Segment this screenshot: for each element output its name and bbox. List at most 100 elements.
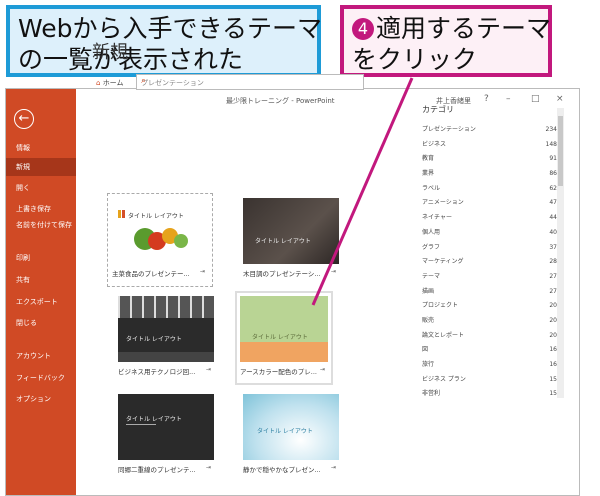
category-name: 販売 [422, 316, 435, 324]
sidebar-item-save-as[interactable]: 名前を付けて保存 [6, 217, 76, 243]
category-count: 20 [549, 316, 557, 324]
category-item[interactable]: プレゼンテーション 234 [422, 123, 557, 138]
template-thumbnail: タイトル レイアウト [118, 394, 214, 460]
category-name: 個人用 [422, 228, 441, 236]
category-item[interactable]: テーマ 27 [422, 270, 557, 285]
thumb-title: タイトル レイアウト [128, 213, 184, 220]
category-item[interactable]: 論文とレポート 20 [422, 329, 557, 344]
close-button[interactable]: × [556, 94, 564, 104]
template-caption: 同郷二重線のプレゼンテ... [118, 466, 196, 474]
category-item[interactable]: 教育 91 [422, 152, 557, 167]
category-item[interactable]: プロジェクト 20 [422, 299, 557, 314]
help-button[interactable]: ? [484, 94, 489, 104]
sidebar-item-new[interactable]: 新規 [6, 158, 76, 176]
category-list: カテゴリ プレゼンテーション 234 ビジネス 148 教育 91 業界 86 ラベル 62 アニメ… [422, 104, 557, 402]
callout-line-2: の一覧が表示された [18, 45, 244, 74]
thumb-title: タイトル レイアウト [126, 416, 182, 423]
back-arrow-icon[interactable]: ← [14, 109, 34, 129]
category-item[interactable]: マーケティング 28 [422, 255, 557, 270]
template-card[interactable]: タイトル レイアウト 同郷二重線のプレゼンテ... ⇥ [118, 394, 214, 478]
template-card[interactable]: タイトル レイアウト ビジネス用テクノロジ回... ⇥ [118, 296, 214, 380]
category-item[interactable]: グラフ 37 [422, 241, 557, 256]
sidebar-item-close[interactable]: 閉じる [6, 314, 76, 332]
backstage-sidebar: ← 情報 新規 開く 上書き保存 名前を付けて保存 印刷 共有 エクスポート 閉… [6, 89, 76, 495]
category-heading: カテゴリ [422, 105, 454, 114]
category-item[interactable]: 販売 20 [422, 314, 557, 329]
category-item[interactable]: 個人用 40 [422, 226, 557, 241]
sidebar-item-open[interactable]: 開く [6, 179, 76, 197]
category-name: 教育 [422, 155, 435, 163]
category-count: 91 [549, 155, 557, 163]
thumb-title: タイトル レイアウト [252, 334, 308, 341]
template-card[interactable]: タイトル レイアウト 木目調のプレゼンテーシ... ⇥ [243, 198, 339, 282]
minimize-button[interactable]: – [506, 94, 511, 104]
category-item[interactable]: ビジネス プラン 15 [422, 373, 557, 388]
category-count: 37 [549, 243, 557, 251]
sidebar-item-share[interactable]: 共有 [6, 271, 76, 289]
category-count: 15 [549, 375, 557, 383]
category-count: 28 [549, 258, 557, 266]
pin-icon[interactable]: ⇥ [200, 268, 205, 275]
pin-icon[interactable]: ⇥ [320, 366, 325, 373]
category-item[interactable]: アニメーション 47 [422, 196, 557, 211]
sidebar-item-feedback[interactable]: フィードバック [6, 369, 76, 387]
category-name: 旅行 [422, 361, 435, 368]
pin-icon[interactable]: ⇥ [331, 268, 336, 275]
callout-line-2: をクリック [352, 45, 478, 74]
home-label: ホーム [102, 79, 124, 87]
category-item[interactable]: 描画 27 [422, 285, 557, 300]
category-count: 27 [549, 272, 557, 280]
pin-icon[interactable]: ⇥ [206, 366, 211, 373]
category-item[interactable]: 図 16 [422, 343, 557, 358]
sidebar-item-save[interactable]: 上書き保存 [6, 200, 76, 218]
template-caption: 木目調のプレゼンテーシ... [243, 270, 321, 278]
callout-line-1: Webから入手できるテーマ [18, 14, 323, 43]
category-name: ビジネス [422, 140, 447, 148]
category-item[interactable]: 業界 86 [422, 167, 557, 182]
category-item[interactable]: ネイチャー 44 [422, 211, 557, 226]
category-count: 62 [549, 184, 557, 192]
category-name: 非営利 [422, 390, 441, 398]
template-thumbnail: タイトル レイアウト [243, 198, 339, 264]
pin-icon[interactable]: ⇥ [331, 464, 336, 471]
restore-button[interactable]: □ [531, 94, 540, 104]
category-name: 図 [422, 346, 429, 354]
category-count: 148 [545, 140, 557, 148]
category-name: グラフ [422, 243, 441, 251]
sidebar-item-print[interactable]: 印刷 [6, 249, 76, 267]
category-count: 86 [549, 170, 557, 178]
category-name: テーマ [422, 272, 441, 280]
category-item[interactable]: ラベル 62 [422, 182, 557, 197]
category-name: プレゼンテーション [422, 126, 476, 133]
search-icon[interactable]: ⌕ [141, 76, 360, 86]
category-name: アニメーション [422, 199, 464, 207]
category-scrollbar[interactable] [557, 108, 564, 398]
thumb-title: タイトル レイアウト [257, 428, 313, 435]
thumb-title: タイトル レイアウト [255, 238, 311, 245]
template-card[interactable]: タイトル レイアウト 主菜食品のプレゼンテー... ⇥ [107, 193, 213, 287]
home-link[interactable]: ⌂ ホーム [96, 78, 123, 88]
home-icon: ⌂ [96, 79, 101, 87]
window-title: 最少限トレーニング - PowerPoint [226, 97, 335, 105]
sidebar-item-account[interactable]: アカウント [6, 347, 76, 365]
sidebar-item-export[interactable]: エクスポート [6, 293, 76, 311]
sidebar-item-options[interactable]: オプション [6, 390, 76, 408]
page-title: 新規 [92, 42, 128, 63]
category-item[interactable]: ビジネス 148 [422, 138, 557, 153]
sidebar-item-info[interactable]: 情報 [6, 139, 76, 157]
category-count: 16 [549, 361, 557, 368]
template-thumbnail: タイトル レイアウト [240, 296, 328, 362]
category-count: 44 [549, 214, 557, 222]
category-item[interactable]: 非営利 15 [422, 387, 557, 402]
category-item[interactable]: 旅行 16 [422, 358, 557, 373]
pin-icon[interactable]: ⇥ [206, 464, 211, 471]
template-caption: 主菜食品のプレゼンテー... [112, 270, 190, 278]
category-count: 234 [545, 126, 557, 133]
category-name: ラベル [422, 184, 441, 192]
template-card-selected[interactable]: タイトル レイアウト アースカラー配色のプレ... ⇥ [235, 291, 333, 385]
scrollbar-thumb[interactable] [558, 116, 563, 186]
category-name: 論文とレポート [422, 331, 465, 339]
template-card[interactable]: タイトル レイアウト 静かで穏やかなプレゼン... ⇥ [243, 394, 339, 478]
category-name: 業界 [422, 170, 435, 178]
search-input[interactable]: プレゼンテーション ⌕ [136, 74, 364, 90]
